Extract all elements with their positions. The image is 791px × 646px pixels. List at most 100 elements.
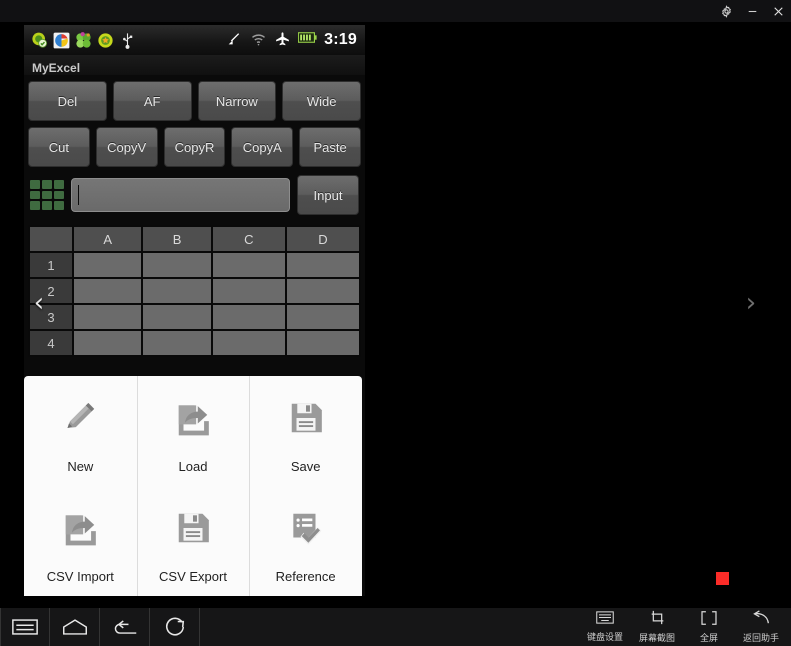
host-tool-group: 键盘设置 屏幕截图 全屏 返回助手 — [581, 608, 791, 646]
cell-a2[interactable] — [71, 277, 144, 305]
toolbar-row-1: Del AF Narrow Wide — [24, 75, 365, 121]
screenshot-button[interactable]: 屏幕截图 — [633, 608, 681, 646]
cell-d2[interactable] — [284, 277, 362, 305]
cell-input[interactable] — [71, 178, 290, 212]
del-button[interactable]: Del — [28, 81, 107, 121]
grid-3x3-icon[interactable] — [30, 180, 64, 210]
checklist-check-icon — [287, 502, 325, 554]
screen-root: 3:19 MyExcel Del AF Narrow Wide Cut Copy… — [0, 0, 791, 646]
next-page-chevron-icon[interactable]: › — [740, 287, 762, 319]
system-icons: 3:19 — [226, 31, 365, 50]
menu-item-label: Load — [178, 459, 208, 474]
cell-a4[interactable] — [71, 329, 144, 357]
red-square-marker — [716, 572, 729, 585]
cell-a1[interactable] — [71, 251, 144, 279]
cell-c4[interactable] — [210, 329, 287, 357]
table-row: 4 — [28, 329, 362, 357]
menu-item-save[interactable]: Save — [249, 376, 362, 486]
fullscreen-button[interactable]: 全屏 — [685, 608, 733, 646]
menu-item-label: Save — [290, 459, 321, 474]
cell-b2[interactable] — [141, 277, 213, 305]
copyr-button[interactable]: CopyR — [163, 127, 226, 167]
android-nav-group — [0, 608, 200, 646]
grid-corner — [28, 225, 74, 253]
back-icon[interactable] — [100, 608, 150, 646]
import-arrow-icon — [174, 392, 212, 444]
wide-button[interactable]: Wide — [282, 81, 361, 121]
cell-b1[interactable] — [141, 251, 213, 279]
toolbar-row-2: Cut CopyV CopyR CopyA Paste — [24, 121, 365, 167]
copya-button[interactable]: CopyA — [231, 127, 294, 167]
fullscreen-label: 全屏 — [699, 633, 718, 644]
copyv-button[interactable]: CopyV — [95, 127, 158, 167]
clover-icon — [74, 31, 93, 50]
keyboard-settings-button[interactable]: 键盘设置 — [581, 608, 629, 646]
file-menu-overlay[interactable]: New Load Save CSV Import CSV Export Refe… — [24, 376, 362, 596]
column-header-row: A B C D — [28, 225, 362, 253]
app-title: MyExcel — [24, 55, 365, 75]
import-arrow-icon — [61, 502, 99, 554]
wifi-icon — [250, 31, 269, 50]
menu-item-new[interactable]: New — [24, 376, 137, 486]
menu-item-label: CSV Export — [159, 569, 227, 584]
text-caret — [78, 185, 79, 205]
app-green-check-icon — [30, 31, 49, 50]
prev-page-chevron-icon[interactable]: ‹ — [28, 287, 50, 319]
cell-d1[interactable] — [284, 251, 362, 279]
home-icon[interactable] — [50, 608, 100, 646]
return-assistant-label: 返回助手 — [742, 634, 779, 644]
minimize-icon[interactable] — [739, 0, 765, 22]
cell-c2[interactable] — [210, 277, 287, 305]
menu-item-label: CSV Import — [46, 569, 114, 584]
column-header-d[interactable]: D — [284, 225, 362, 253]
settings-gear-icon[interactable] — [713, 0, 739, 22]
notification-icons — [24, 31, 137, 50]
menu-item-csv-export[interactable]: CSV Export — [137, 486, 250, 596]
keyboard-settings-icon — [596, 611, 614, 629]
usb-icon — [118, 31, 137, 50]
menu-item-csv-import[interactable]: CSV Import — [24, 486, 137, 596]
screenshot-icon — [649, 610, 666, 630]
cell-d4[interactable] — [284, 329, 362, 357]
spreadsheet-grid[interactable]: A B C D 1 2 3 4 — [28, 225, 362, 357]
column-header-b[interactable]: B — [141, 225, 213, 253]
emulator-bottom-bar: 键盘设置 屏幕截图 全屏 返回助手 — [0, 608, 791, 646]
af-button[interactable]: AF — [112, 81, 192, 121]
menu-item-label: Reference — [275, 569, 336, 584]
formula-bar: Input — [24, 167, 365, 221]
table-row: 1 — [28, 251, 362, 279]
row-header-4[interactable]: 4 — [28, 329, 74, 357]
table-row: 2 — [28, 277, 362, 305]
narrow-button[interactable]: Narrow — [197, 81, 277, 121]
cell-a3[interactable] — [71, 303, 144, 331]
close-icon[interactable] — [765, 0, 791, 22]
battery-icon — [297, 31, 317, 50]
paste-button[interactable]: Paste — [299, 127, 361, 167]
menu-item-load[interactable]: Load — [137, 376, 250, 486]
return-assistant-button[interactable]: 返回助手 — [737, 608, 785, 646]
return-assistant-icon — [752, 610, 770, 630]
pencil-icon — [60, 392, 100, 444]
cell-c1[interactable] — [210, 251, 287, 279]
column-header-a[interactable]: A — [71, 225, 144, 253]
airplane-mode-icon — [274, 31, 293, 50]
photos-icon — [52, 31, 71, 50]
rotate-icon[interactable] — [150, 608, 200, 646]
fullscreen-icon — [701, 610, 717, 630]
screenshot-label: 屏幕截图 — [638, 634, 675, 644]
row-header-1[interactable]: 1 — [28, 251, 74, 279]
column-header-c[interactable]: C — [210, 225, 287, 253]
menu-icon[interactable] — [0, 608, 50, 646]
cut-button[interactable]: Cut — [28, 127, 90, 167]
window-titlebar — [0, 0, 791, 22]
cell-c3[interactable] — [210, 303, 287, 331]
android-status-bar: 3:19 — [24, 25, 365, 55]
cell-b3[interactable] — [141, 303, 213, 331]
cell-b4[interactable] — [141, 329, 213, 357]
cell-d3[interactable] — [284, 303, 362, 331]
menu-item-reference[interactable]: Reference — [249, 486, 362, 596]
table-row: 3 — [28, 303, 362, 331]
status-bar-clock: 3:19 — [324, 31, 357, 48]
keyboard-settings-label: 键盘设置 — [586, 633, 623, 643]
input-button[interactable]: Input — [297, 175, 359, 215]
